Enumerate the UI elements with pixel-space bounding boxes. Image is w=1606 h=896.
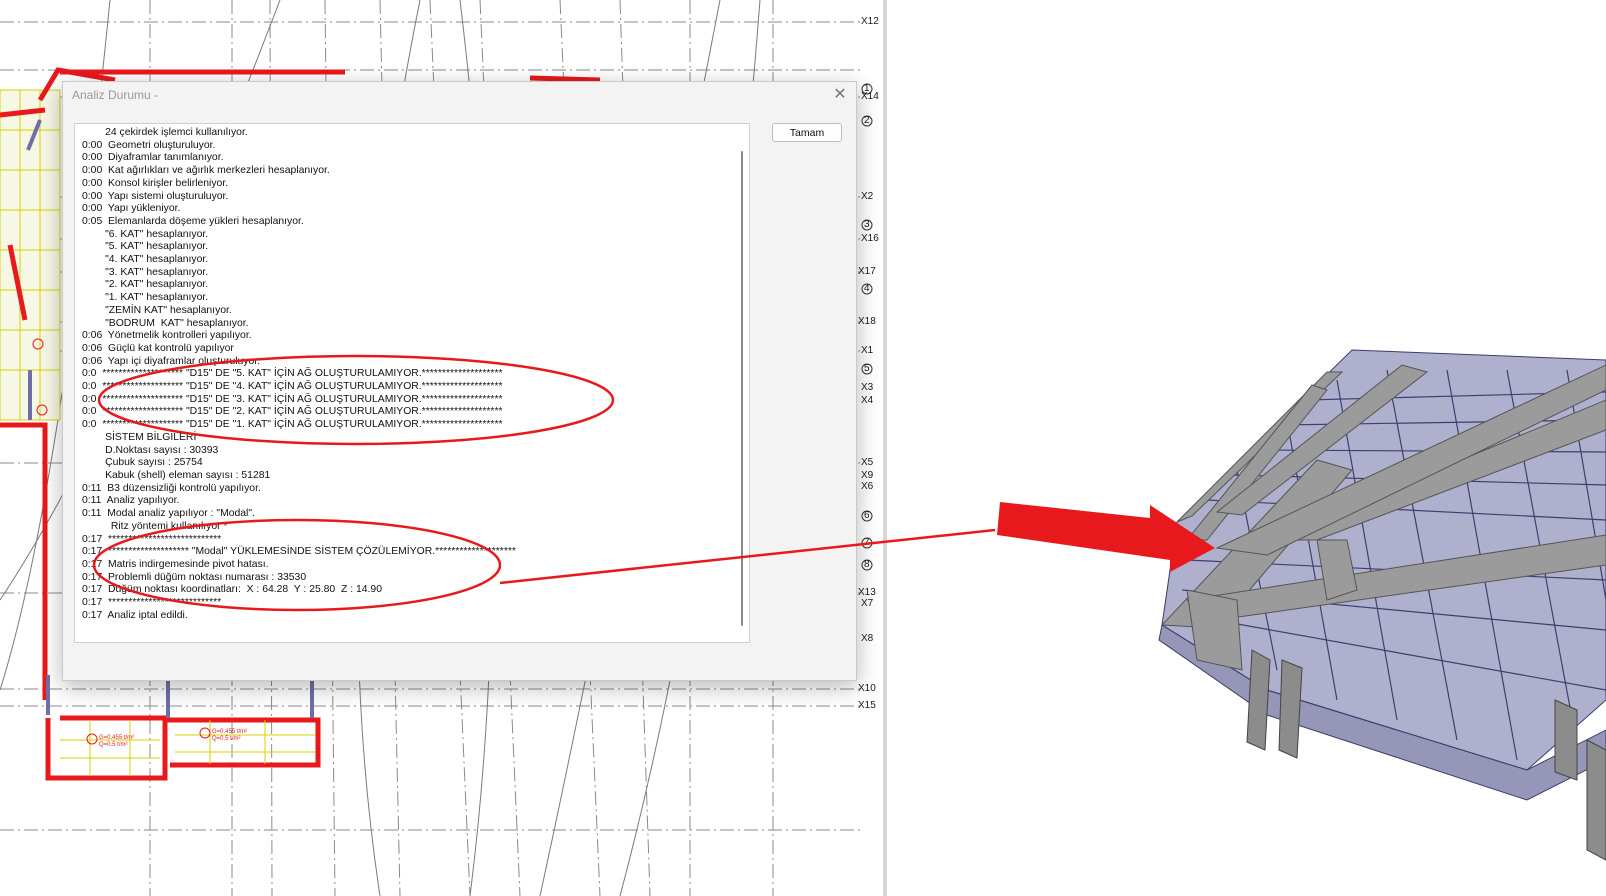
close-icon[interactable]: ✕ (830, 85, 850, 105)
grid-label: X1 (861, 345, 874, 356)
grid-label: X18 (858, 316, 876, 327)
grid-label: 2 (864, 115, 870, 126)
grid-label: X17 (858, 266, 876, 277)
grid-label: 7 (864, 537, 870, 548)
roof-structure-render (1158, 349, 1606, 861)
grid-label: X3 (861, 382, 874, 393)
dialog-title: Analiz Durumu - (72, 88, 159, 102)
grid-label: X16 (861, 233, 879, 244)
log-text: 24 çekirdek işlemci kullanılıyor. 0:00 G… (82, 127, 516, 621)
grid-label: X8 (861, 633, 874, 644)
grid-label: X4 (861, 395, 874, 406)
model-3d-view[interactable] (887, 0, 1606, 896)
analysis-status-dialog: Analiz Durumu - ✕ 24 çekirdek işlemci ku… (62, 81, 857, 681)
grid-label: X5 (861, 457, 874, 468)
slab-load-label: G=0.455 t/m² (99, 735, 134, 741)
grid-label: 3 (864, 219, 870, 230)
grid-label: X2 (861, 191, 874, 202)
log-scrollbar[interactable] (741, 151, 743, 626)
ok-button[interactable]: Tamam (772, 123, 842, 142)
grid-label: X15 (858, 700, 876, 711)
grid-label: 6 (864, 510, 870, 521)
grid-label: X7 (861, 598, 874, 609)
analysis-log[interactable]: 24 çekirdek işlemci kullanılıyor. 0:00 G… (74, 123, 750, 643)
grid-label: X10 (858, 683, 876, 694)
slab-live-label: Q=0.5 t/m² (99, 742, 128, 748)
grid-label: X12 (861, 16, 879, 27)
grid-label: 8 (864, 559, 870, 570)
slab-load-label: G=0.455 t/m² (212, 729, 247, 735)
grid-label: X14 (861, 91, 879, 102)
grid-label: 4 (864, 283, 870, 294)
grid-label: 5 (864, 363, 870, 374)
grid-label: X6 (861, 481, 874, 492)
slab-live-label: Q=0.5 t/m² (212, 736, 241, 742)
